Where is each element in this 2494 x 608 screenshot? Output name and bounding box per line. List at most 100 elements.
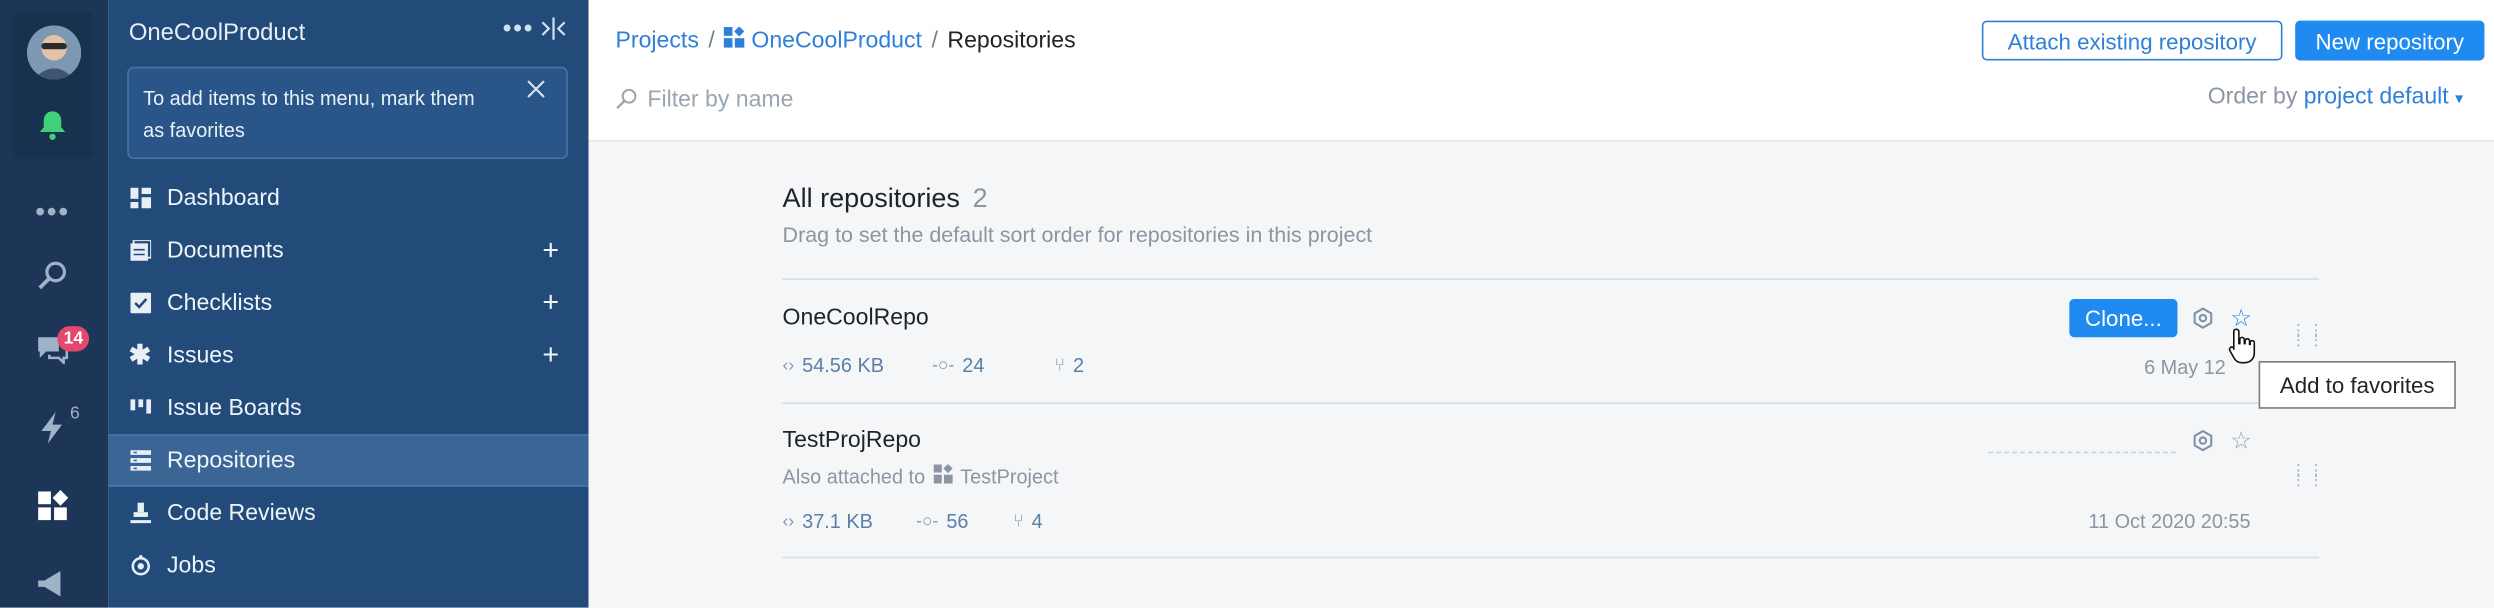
page-header: Projects / OneCoolProduct / Repositories… [588,0,2494,142]
sidebar-item-label: Code Reviews [167,500,316,526]
branch-icon: ⑂ [1054,356,1066,376]
sidebar-item-label: Documents [167,237,284,264]
loading-placeholder [1988,451,2176,454]
breadcrumb-projects-link[interactable]: Projects [616,28,699,53]
order-by-dropdown[interactable]: project default ▾ [2304,84,2463,109]
more-options-icon[interactable]: ••• [503,16,535,45]
project-icon [933,463,953,488]
repository-branches-value: 4 [1031,510,1043,533]
also-attached: Also attached to TestProject [782,463,1059,488]
sidebar-item-code-reviews[interactable]: Code Reviews [108,487,588,539]
documents-icon [129,239,151,261]
repository-branches: ⑂ 2 [1055,355,1085,377]
star-icon[interactable]: ☆ [2228,428,2253,455]
chevron-down-icon: ▾ [2455,90,2464,109]
divider [782,278,2320,280]
sidebar-item-repositories[interactable]: Repositories [108,434,589,487]
favorites-hint: To add items to this menu, mark them as … [127,66,568,160]
jobs-icon [129,554,151,576]
sidebar-item-label: Issue Boards [167,395,302,421]
repository-last-updated: 11 Oct 2020 20:55 [2088,510,2251,533]
search-icon[interactable] [32,254,73,295]
code-reviews-icon [129,502,151,524]
new-repository-button[interactable]: New repository [2295,20,2485,61]
close-icon[interactable] [526,78,545,107]
add-document-button[interactable]: + [542,234,559,267]
tooltip: Add to favorites [2258,361,2456,409]
drag-handle-icon[interactable]: ⋮⋮ ⋮⋮ [2290,464,2323,489]
sidebar-item-jobs[interactable]: Jobs [108,539,588,591]
branch-icon: ⑂ [1013,512,1024,532]
dashboard-icon [129,187,151,209]
breadcrumb-current: Repositories [947,27,1076,54]
checklists-icon [129,292,151,314]
section-subtitle: Drag to set the default sort order for r… [782,222,1373,247]
repository-commits-value: 24 [962,354,985,377]
repository-name-link[interactable]: TestProjRepo [783,428,921,453]
project-sidebar: OneCoolProduct ••• To add items to this … [108,0,589,608]
sidebar-item-issue-boards[interactable]: Issue Boards [108,382,588,434]
sidebar-title[interactable]: OneCoolProduct [129,19,305,46]
order-by: Order by project default ▾ [2208,84,2463,109]
repository-size-value: 37.1 KB [802,510,873,533]
repository-size: ‹› 37.1 KB [783,511,891,533]
repository-commits: -○- 24 [932,355,1054,377]
breadcrumb-separator: / [708,27,715,54]
projects-icon[interactable] [32,485,73,526]
automation-count: 6 [69,404,80,424]
add-checklist-button[interactable]: + [542,286,559,319]
sidebar-item-label: Repositories [167,447,296,474]
sidebar-item-checklists[interactable]: Checklists + [108,277,588,329]
sidebar-item-dashboard[interactable]: Dashboard [108,172,588,224]
issues-icon: ✱ [128,339,152,370]
section-title-text: All repositories [782,182,960,214]
page-title: All repositories 2 [783,183,988,215]
more-icon[interactable]: ••• [32,191,73,232]
divider [782,402,2320,405]
sidebar-item-issues[interactable]: ✱ Issues + [108,329,588,381]
drag-handle-icon[interactable]: ⋮⋮ ⋮⋮ [2290,324,2323,349]
avatar[interactable] [27,25,82,80]
boards-icon [129,397,151,419]
automation-icon[interactable] [32,407,73,448]
space-app: ••• 14 6 OneCoolProduct ••• To add items… [0,0,2494,608]
bell-icon[interactable] [32,105,73,146]
global-nav-rail: ••• 14 6 [0,0,109,608]
repository-count: 2 [972,182,988,214]
filter-input[interactable] [647,87,1061,113]
sidebar-item-label: Jobs [167,552,216,579]
repository-size-value: 54.56 KB [802,354,884,377]
order-by-label: Order by [2207,84,2298,110]
clone-button[interactable]: Clone... [2069,299,2178,338]
repositories-icon [129,449,151,471]
sidebar-item-label: Dashboard [167,185,280,211]
announcements-icon[interactable] [32,563,73,604]
sidebar-item-label: Checklists [167,290,273,316]
notifications-badge: 14 [57,326,90,352]
repository-size: ‹› 54.56 KB [783,355,907,377]
also-attached-label: Also attached to [782,465,926,488]
commit-icon: -○- [916,512,939,532]
attach-existing-repository-button[interactable]: Attach existing repository [1981,20,2283,61]
repository-commits-value: 56 [946,510,969,533]
also-attached-project[interactable]: TestProject [960,465,1058,487]
filter-field [616,84,1093,116]
order-by-value: project default [2303,84,2449,110]
breadcrumb-separator: / [931,27,938,54]
code-icon: ‹› [782,512,795,532]
add-issue-button[interactable]: + [542,339,559,372]
sidebar-item-documents[interactable]: Documents + [108,224,588,276]
sidebar-item-label: Issues [167,342,234,369]
repository-name-link[interactable]: OneCoolRepo [783,305,929,330]
settings-icon[interactable] [2190,428,2215,453]
repository-last-updated: 6 May 12 [2144,356,2226,379]
commit-icon: -○- [932,356,955,376]
repository-branches-value: 2 [1073,354,1085,377]
breadcrumb-project-link[interactable]: OneCoolProduct [751,28,922,53]
search-icon [616,87,638,114]
divider [782,556,2320,559]
settings-icon[interactable] [2190,305,2215,330]
repository-commits: -○- 56 [916,511,989,533]
collapse-sidebar-icon[interactable] [541,16,566,46]
hand-cursor-icon [2227,326,2259,364]
